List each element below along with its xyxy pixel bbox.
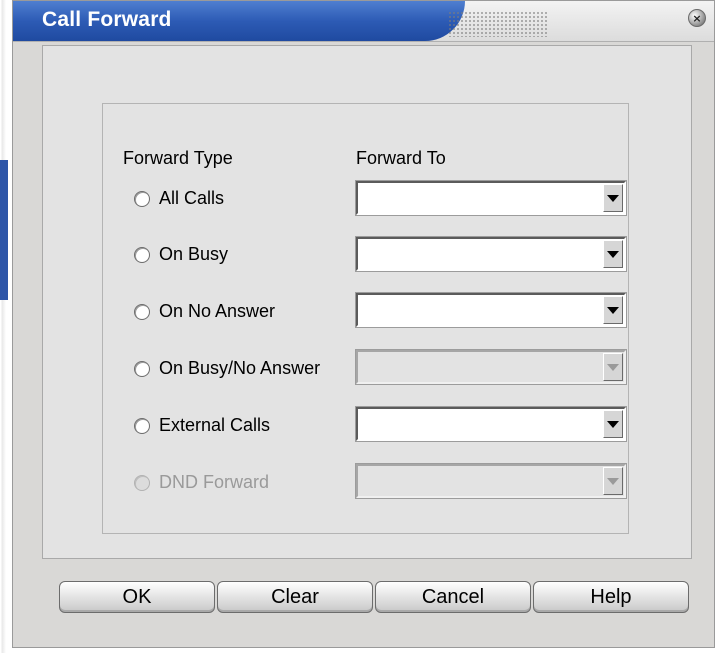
- chevron-down-icon: [603, 467, 623, 495]
- title-bar[interactable]: Call Forward ×: [13, 1, 714, 42]
- chevron-down-icon[interactable]: [603, 410, 623, 438]
- window-title: Call Forward: [42, 8, 172, 31]
- chevron-down-icon: [603, 353, 623, 381]
- external-calls-radio[interactable]: [134, 418, 150, 434]
- help-button[interactable]: Help: [533, 581, 689, 613]
- cancel-button[interactable]: Cancel: [375, 581, 531, 613]
- on-busy-no-answer-forward-to-select: [355, 349, 627, 385]
- clear-button[interactable]: Clear: [217, 581, 373, 613]
- forward-to-header: Forward To: [356, 148, 446, 168]
- on-no-answer-forward-to-select[interactable]: [355, 292, 627, 328]
- dnd-forward-to-select: [355, 463, 627, 499]
- all-calls-radio[interactable]: [134, 191, 150, 207]
- on-busy-no-answer-label: On Busy/No Answer: [159, 358, 321, 378]
- dnd-forward-radio: [134, 475, 150, 491]
- on-busy-no-answer-radio[interactable]: [134, 361, 150, 377]
- on-no-answer-label: On No Answer: [159, 301, 276, 321]
- left-accent-bar: [0, 160, 8, 300]
- dnd-forward-label: DND Forward: [159, 472, 270, 492]
- on-busy-forward-to-select[interactable]: [355, 236, 627, 272]
- drag-grip[interactable]: [448, 11, 548, 37]
- external-calls-label: External Calls: [159, 415, 271, 435]
- content-panel: Forward Type Forward To All Calls On Bus…: [42, 45, 692, 559]
- on-busy-radio[interactable]: [134, 247, 150, 263]
- chevron-down-icon[interactable]: [603, 184, 623, 212]
- chevron-down-icon[interactable]: [603, 296, 623, 324]
- on-busy-label: On Busy: [159, 244, 229, 264]
- all-calls-label: All Calls: [159, 188, 225, 208]
- external-calls-forward-to-select[interactable]: [355, 406, 627, 442]
- forward-type-header: Forward Type: [123, 148, 233, 168]
- all-calls-forward-to-select[interactable]: [355, 180, 627, 216]
- ok-button[interactable]: OK: [59, 581, 215, 613]
- left-edge: [0, 0, 6, 653]
- close-icon[interactable]: ×: [688, 9, 706, 27]
- call-forward-dialog: Call Forward × Forward Type Forward To A…: [12, 0, 715, 648]
- on-no-answer-radio[interactable]: [134, 304, 150, 320]
- chevron-down-icon[interactable]: [603, 240, 623, 268]
